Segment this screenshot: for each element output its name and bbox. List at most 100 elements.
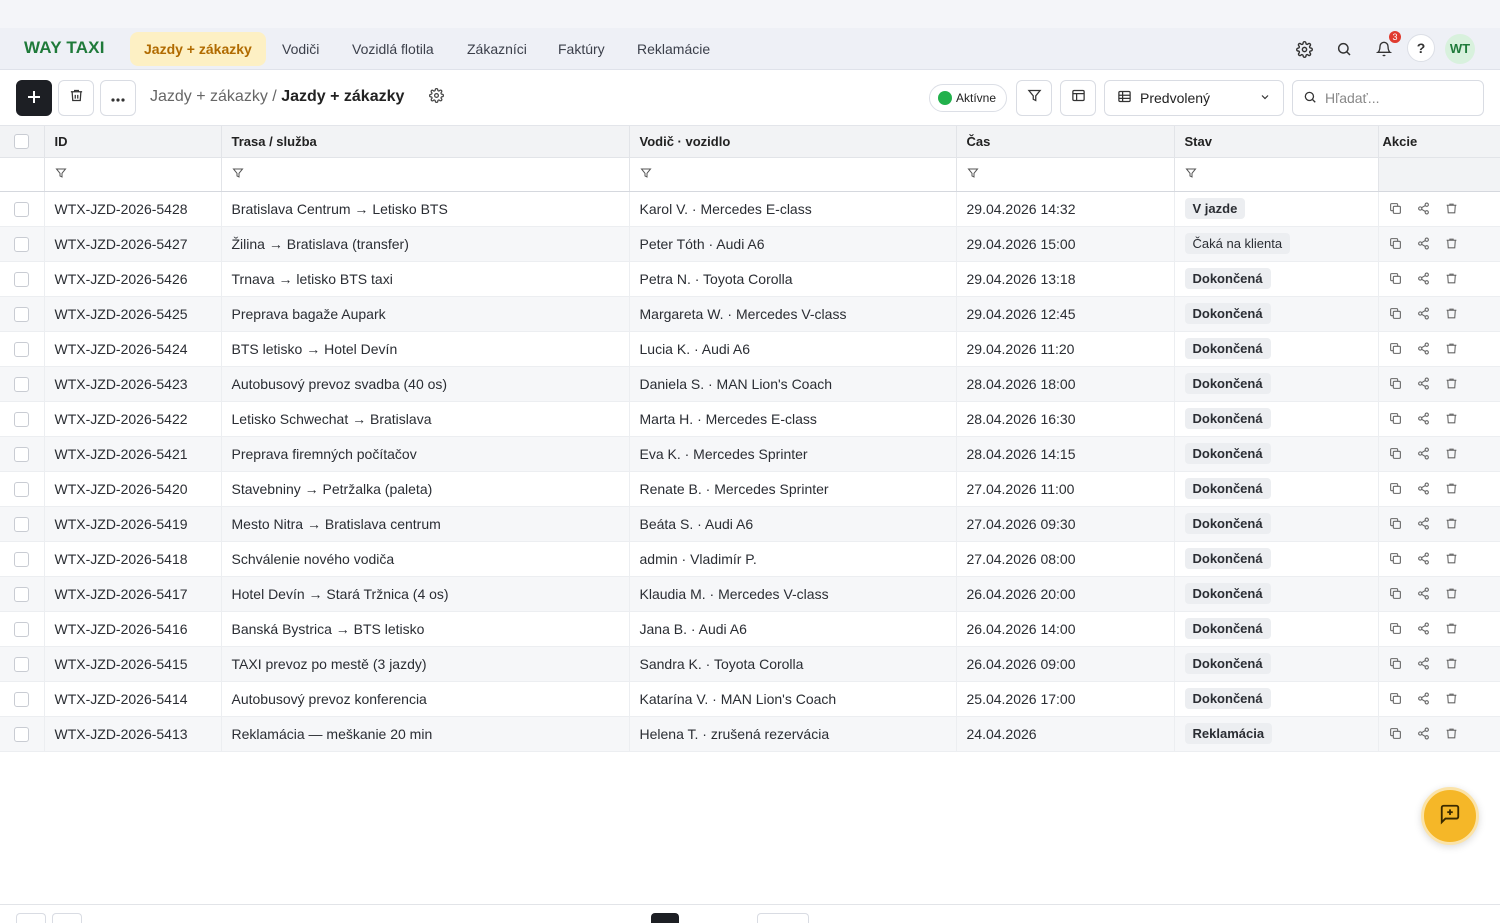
copy-icon[interactable]: [1387, 550, 1405, 568]
share-icon[interactable]: [1415, 515, 1433, 533]
nav-item-reklamacie[interactable]: Reklamácie: [623, 32, 724, 66]
trash-icon[interactable]: [1443, 235, 1461, 253]
trash-icon[interactable]: [1443, 270, 1461, 288]
pagination-current-page[interactable]: [651, 913, 679, 923]
copy-icon[interactable]: [1387, 515, 1405, 533]
table-row[interactable]: WTX-JZD-2026-5428 Bratislava Centrum → Le…: [0, 191, 1500, 227]
copy-icon[interactable]: [1387, 690, 1405, 708]
trash-icon[interactable]: [1443, 305, 1461, 323]
share-icon[interactable]: [1415, 550, 1433, 568]
trash-icon[interactable]: [1443, 690, 1461, 708]
row-checkbox[interactable]: [14, 236, 29, 252]
copy-icon[interactable]: [1387, 375, 1405, 393]
copy-icon[interactable]: [1387, 620, 1405, 638]
table-row[interactable]: WTX-JZD-2026-5416 Banská Bystrica → BTS l…: [0, 611, 1500, 647]
row-checkbox[interactable]: [14, 376, 29, 392]
row-checkbox[interactable]: [14, 411, 29, 427]
table-row[interactable]: WTX-JZD-2026-5424 BTS letisko → Hotel Dev…: [0, 331, 1500, 367]
feedback-button[interactable]: [1421, 787, 1479, 845]
row-checkbox[interactable]: [14, 306, 29, 322]
filter-cell-driver[interactable]: [629, 157, 957, 192]
trash-icon[interactable]: [1443, 585, 1461, 603]
row-checkbox[interactable]: [14, 586, 29, 602]
share-icon[interactable]: [1415, 340, 1433, 358]
row-checkbox[interactable]: [14, 481, 29, 497]
filter-button[interactable]: [1016, 80, 1052, 116]
column-header-driver[interactable]: Vodič · vozidlo: [629, 126, 957, 158]
search-input[interactable]: [1325, 90, 1465, 106]
table-row[interactable]: WTX-JZD-2026-5425 Preprava bagaže Aupark M…: [0, 296, 1500, 332]
share-icon[interactable]: [1415, 655, 1433, 673]
table-row[interactable]: WTX-JZD-2026-5418 Schválenie nového vodič…: [0, 541, 1500, 577]
row-checkbox[interactable]: [14, 656, 29, 672]
copy-icon[interactable]: [1387, 270, 1405, 288]
trash-icon[interactable]: [1443, 550, 1461, 568]
copy-icon[interactable]: [1387, 725, 1405, 743]
search-icon[interactable]: [1330, 35, 1358, 63]
pagination-first-button[interactable]: [16, 913, 46, 923]
row-checkbox[interactable]: [14, 201, 29, 217]
share-icon[interactable]: [1415, 690, 1433, 708]
page-settings-button[interactable]: [424, 86, 448, 110]
table-row[interactable]: WTX-JZD-2026-5419 Mesto Nitra → Bratislav…: [0, 506, 1500, 542]
row-checkbox[interactable]: [14, 516, 29, 532]
select-all-checkbox[interactable]: [14, 134, 29, 150]
trash-icon[interactable]: [1443, 620, 1461, 638]
trash-icon[interactable]: [1443, 480, 1461, 498]
copy-icon[interactable]: [1387, 200, 1405, 218]
copy-icon[interactable]: [1387, 445, 1405, 463]
table-row[interactable]: WTX-JZD-2026-5427 Žilina → Bratislava (tr…: [0, 226, 1500, 262]
share-icon[interactable]: [1415, 620, 1433, 638]
column-header-route[interactable]: Trasa / služba: [221, 126, 630, 158]
copy-icon[interactable]: [1387, 585, 1405, 603]
share-icon[interactable]: [1415, 305, 1433, 323]
share-icon[interactable]: [1415, 445, 1433, 463]
column-header-status[interactable]: Stav: [1174, 126, 1379, 158]
table-row[interactable]: WTX-JZD-2026-5413 Reklamácia — meškanie 2…: [0, 716, 1500, 752]
trash-icon[interactable]: [1443, 445, 1461, 463]
pagination-prev-button[interactable]: [52, 913, 82, 923]
table-row[interactable]: WTX-JZD-2026-5420 Stavebniny → Petržalka …: [0, 471, 1500, 507]
filter-cell-id[interactable]: [44, 157, 222, 192]
column-header-id[interactable]: ID: [44, 126, 222, 158]
copy-icon[interactable]: [1387, 340, 1405, 358]
row-checkbox[interactable]: [14, 621, 29, 637]
brand-logo[interactable]: WAY TAXI: [24, 38, 105, 58]
table-row[interactable]: WTX-JZD-2026-5415 TAXI prevoz po mestě (3…: [0, 646, 1500, 682]
copy-icon[interactable]: [1387, 305, 1405, 323]
trash-icon[interactable]: [1443, 410, 1461, 428]
page-size-select[interactable]: [757, 913, 809, 923]
copy-icon[interactable]: [1387, 480, 1405, 498]
table-row[interactable]: WTX-JZD-2026-5417 Hotel Devín → Stará Trž…: [0, 576, 1500, 612]
filter-cell-status[interactable]: [1174, 157, 1379, 192]
nav-item-zakaznici[interactable]: Zákazníci: [453, 32, 541, 66]
row-checkbox[interactable]: [14, 726, 29, 742]
filter-cell-route[interactable]: [221, 157, 630, 192]
copy-icon[interactable]: [1387, 410, 1405, 428]
view-select[interactable]: Predvolený: [1104, 80, 1284, 116]
user-avatar[interactable]: WT: [1445, 34, 1475, 64]
trash-icon[interactable]: [1443, 340, 1461, 358]
more-button[interactable]: [100, 80, 136, 116]
trash-icon[interactable]: [1443, 515, 1461, 533]
help-button[interactable]: ?: [1407, 34, 1435, 62]
gear-icon[interactable]: [1290, 35, 1318, 63]
filter-cell-time[interactable]: [956, 157, 1175, 192]
share-icon[interactable]: [1415, 200, 1433, 218]
share-icon[interactable]: [1415, 480, 1433, 498]
columns-button[interactable]: [1060, 80, 1096, 116]
table-row[interactable]: WTX-JZD-2026-5426 Trnava → letisko BTS ta…: [0, 261, 1500, 297]
table-row[interactable]: WTX-JZD-2026-5414 Autobusový prevoz konfe…: [0, 681, 1500, 717]
nav-item-jazdy[interactable]: Jazdy + zákazky: [130, 32, 266, 66]
breadcrumb-parent[interactable]: Jazdy + zákazky: [150, 88, 268, 105]
table-row[interactable]: WTX-JZD-2026-5422 Letisko Schwechat → Bra…: [0, 401, 1500, 437]
share-icon[interactable]: [1415, 585, 1433, 603]
row-checkbox[interactable]: [14, 271, 29, 287]
status-toggle[interactable]: Aktívne: [929, 84, 1008, 112]
table-row[interactable]: WTX-JZD-2026-5423 Autobusový prevoz svadb…: [0, 366, 1500, 402]
share-icon[interactable]: [1415, 410, 1433, 428]
trash-icon[interactable]: [1443, 725, 1461, 743]
row-checkbox[interactable]: [14, 551, 29, 567]
trash-icon[interactable]: [1443, 200, 1461, 218]
row-checkbox[interactable]: [14, 341, 29, 357]
